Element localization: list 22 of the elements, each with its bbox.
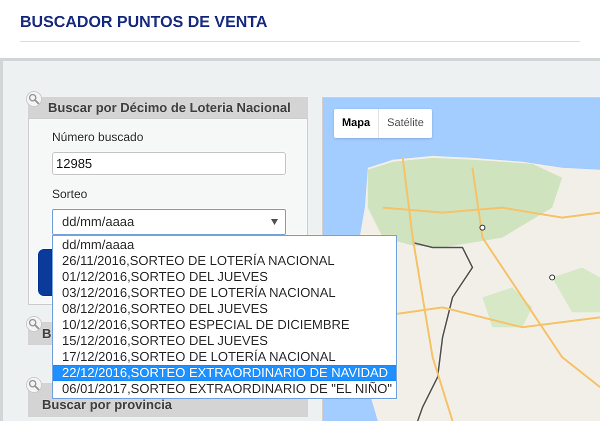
panel-title: Buscar por Décimo de Loteria Nacional xyxy=(48,98,291,117)
dropdown-option[interactable]: 15/12/2016,SORTEO DEL JUEVES xyxy=(53,333,396,349)
map-type-tab[interactable]: Satélite xyxy=(378,109,432,138)
dropdown-option[interactable]: 03/12/2016,SORTEO DE LOTERÍA NACIONAL xyxy=(53,285,396,301)
dropdown-option[interactable]: 17/12/2016,SORTEO DE LOTERÍA NACIONAL xyxy=(53,349,396,365)
map-type-tab[interactable]: Mapa xyxy=(334,109,378,138)
draw-select[interactable]: dd/mm/aaaa xyxy=(52,209,286,235)
panel-header[interactable]: Buscar por Décimo de Loteria Nacional xyxy=(28,97,308,118)
panel-title: Buscar por provincia xyxy=(42,396,172,414)
field-label: Número buscado xyxy=(52,129,144,146)
dropdown-option[interactable]: 08/12/2016,SORTEO DEL JUEVES xyxy=(53,301,396,317)
search-icon xyxy=(26,91,42,107)
dropdown-option[interactable]: 01/12/2016,SORTEO DEL JUEVES xyxy=(53,269,396,285)
dropdown-option[interactable]: 10/12/2016,SORTEO ESPECIAL DE DICIEMBRE xyxy=(53,317,396,333)
caret-icon xyxy=(271,219,278,225)
page-title: BUSCADOR PUNTOS DE VENTA xyxy=(20,11,580,42)
dropdown-option[interactable]: 26/11/2016,SORTEO DE LOTERÍA NACIONAL xyxy=(53,253,396,269)
field-label: Sorteo xyxy=(52,186,88,203)
dropdown-option[interactable]: dd/mm/aaaa xyxy=(53,237,396,253)
panel-title: B xyxy=(42,324,52,343)
search-icon xyxy=(26,377,42,393)
number-field[interactable]: 12985 xyxy=(52,152,286,175)
